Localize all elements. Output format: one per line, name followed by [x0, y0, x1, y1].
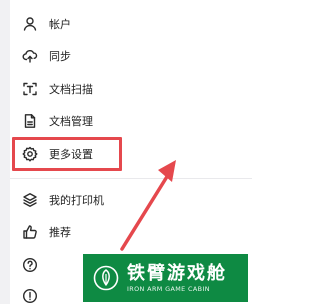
layers-icon: [22, 192, 38, 208]
menu-item-about[interactable]: [16, 280, 49, 304]
menu-item-label: 推荐: [49, 226, 71, 239]
app-menu-screen: 帐户 同步 文档扫描 文档管理 更多设置 我的打印机 推荐 铁臂游戏舱 IRON…: [0, 0, 252, 304]
document-icon: [22, 113, 38, 129]
highlight-box: [12, 137, 122, 171]
watermark-subtitle: IRON ARM GAME CABIN: [127, 284, 210, 293]
user-icon: [22, 16, 38, 32]
menu-item-label: 我的打印机: [49, 194, 104, 207]
menu-item-account[interactable]: 帐户: [16, 8, 71, 40]
menu-item-label: 同步: [49, 50, 71, 63]
info-circle-icon: [22, 288, 38, 304]
watermark-banner: 铁臂游戏舱 IRON ARM GAME CABIN: [83, 254, 248, 302]
divider: [10, 178, 252, 179]
help-circle-icon: [22, 257, 38, 273]
menu-item-my-printer[interactable]: 我的打印机: [16, 184, 104, 216]
menu-item-label: 帐户: [49, 18, 71, 31]
menu-item-help[interactable]: [16, 249, 49, 281]
menu-item-label: 文档管理: [49, 115, 93, 128]
menu-item-document-management[interactable]: 文档管理: [16, 105, 93, 137]
scan-text-icon: [22, 81, 38, 97]
cloud-sync-icon: [22, 48, 38, 64]
side-strip: [0, 0, 10, 304]
menu-item-sync[interactable]: 同步: [16, 40, 71, 72]
watermark-title: 铁臂游戏舱: [127, 262, 227, 284]
thumbs-up-icon: [22, 224, 38, 240]
menu-item-recommend[interactable]: 推荐: [16, 216, 71, 248]
menu-item-label: 文档扫描: [49, 83, 93, 96]
menu-item-document-scan[interactable]: 文档扫描: [16, 73, 93, 105]
leaf-logo-icon: [93, 265, 119, 291]
